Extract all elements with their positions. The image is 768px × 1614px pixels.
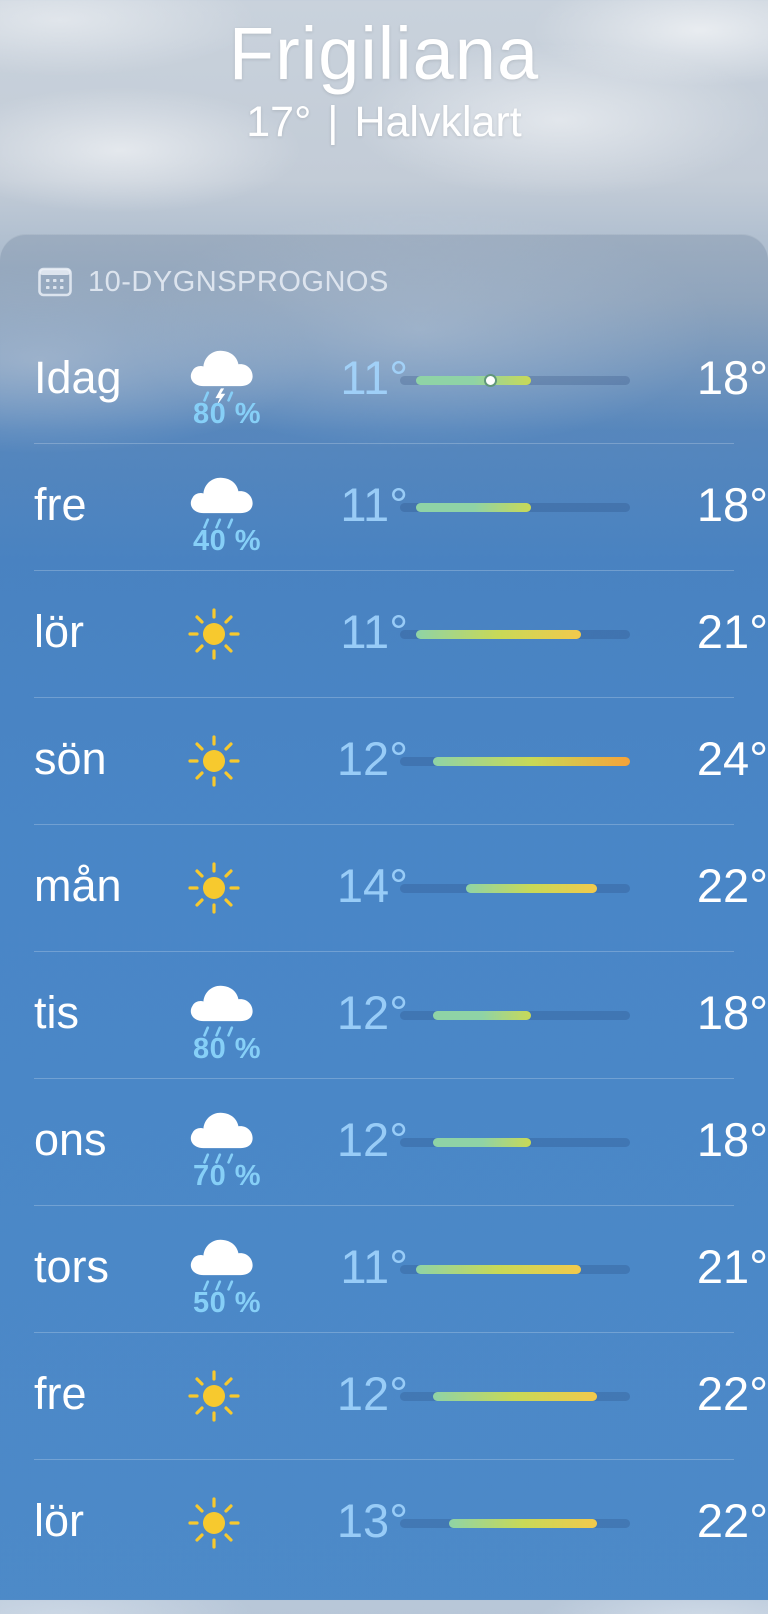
temperature-range-fill bbox=[416, 1265, 581, 1274]
forecast-day-label: fre bbox=[34, 1368, 87, 1419]
forecast-day-label: lör bbox=[34, 1495, 85, 1546]
temperature-range-bar bbox=[400, 503, 630, 512]
low-temperature: 12° bbox=[336, 986, 408, 1039]
temperature-range-bar bbox=[400, 630, 630, 639]
high-temperature: 18° bbox=[696, 478, 768, 531]
low-temperature: 11° bbox=[340, 1240, 408, 1293]
ten-day-forecast-panel[interactable]: 10-DYGNSPROGNOS Idag 80 % 11° 18° fre 40 % 11°… bbox=[0, 234, 768, 1614]
row-divider bbox=[34, 1459, 734, 1460]
sun-icon bbox=[188, 1497, 240, 1549]
current-condition: Halvklart bbox=[354, 98, 522, 146]
row-divider bbox=[34, 570, 734, 571]
row-divider bbox=[34, 1205, 734, 1206]
sun-icon bbox=[188, 608, 240, 660]
temperature-range-bar bbox=[400, 1392, 630, 1401]
forecast-row[interactable]: lör 13° 22° bbox=[34, 1459, 768, 1586]
high-temperature: 18° bbox=[696, 351, 768, 404]
sun-icon bbox=[188, 735, 240, 787]
low-temperature: 13° bbox=[336, 1494, 408, 1547]
conditions-separator: | bbox=[327, 98, 339, 146]
high-temperature: 22° bbox=[696, 859, 768, 912]
temperature-range-bar bbox=[400, 374, 630, 387]
forecast-day-label: sön bbox=[34, 733, 107, 784]
forecast-row[interactable]: fre 12° 22° bbox=[34, 1332, 768, 1459]
forecast-row[interactable]: lör 11° 21° bbox=[34, 570, 768, 697]
forecast-row[interactable]: tis 80 % 12° 18° bbox=[34, 951, 768, 1078]
temperature-range-fill bbox=[449, 1519, 598, 1528]
forecast-panel-title: 10-DYGNSPROGNOS bbox=[88, 265, 389, 298]
low-temperature: 12° bbox=[336, 1367, 408, 1420]
forecast-row[interactable]: tors 50 % 11° 21° bbox=[34, 1205, 768, 1332]
row-divider bbox=[34, 951, 734, 952]
low-temperature: 11° bbox=[340, 605, 408, 658]
precipitation-chance: 80 % bbox=[192, 398, 262, 430]
low-temperature: 11° bbox=[340, 351, 408, 404]
temperature-range-bar bbox=[400, 884, 630, 893]
forecast-day-label: tors bbox=[34, 1241, 110, 1292]
forecast-day-label: lör bbox=[34, 606, 85, 657]
temperature-range-fill bbox=[432, 757, 630, 766]
precipitation-chance: 70 % bbox=[192, 1160, 262, 1192]
temperature-range-bar bbox=[400, 1519, 630, 1528]
high-temperature: 18° bbox=[696, 986, 768, 1039]
forecast-row[interactable]: mån 14° 22° bbox=[34, 824, 768, 951]
forecast-row[interactable]: ons 70 % 12° 18° bbox=[34, 1078, 768, 1205]
row-divider bbox=[34, 697, 734, 698]
high-temperature: 18° bbox=[696, 1113, 768, 1166]
high-temperature: 21° bbox=[696, 1240, 768, 1293]
precipitation-chance: 40 % bbox=[192, 525, 262, 557]
sun-icon bbox=[188, 1370, 240, 1422]
row-divider bbox=[34, 824, 734, 825]
temperature-range-fill bbox=[432, 1392, 598, 1401]
row-divider bbox=[34, 1078, 734, 1079]
sun-icon bbox=[188, 862, 240, 914]
high-temperature: 22° bbox=[696, 1367, 768, 1420]
temperature-range-bar bbox=[400, 1011, 630, 1020]
low-temperature: 12° bbox=[336, 1113, 408, 1166]
temperature-range-bar bbox=[400, 1138, 630, 1147]
forecast-day-label: mån bbox=[34, 860, 122, 911]
temperature-range-fill bbox=[432, 1138, 532, 1147]
temperature-range-bar bbox=[400, 1265, 630, 1274]
low-temperature: 12° bbox=[336, 732, 408, 785]
precipitation-chance: 80 % bbox=[192, 1033, 262, 1065]
high-temperature: 22° bbox=[696, 1494, 768, 1547]
precipitation-chance: 50 % bbox=[192, 1287, 262, 1319]
temperature-range-fill bbox=[465, 884, 598, 893]
forecast-panel-header: 10-DYGNSPROGNOS bbox=[38, 262, 389, 302]
temperature-range-fill bbox=[432, 1011, 532, 1020]
calendar-icon bbox=[38, 267, 72, 297]
current-temperature-marker bbox=[483, 374, 497, 387]
forecast-day-label: ons bbox=[34, 1114, 107, 1165]
high-temperature: 24° bbox=[696, 732, 768, 785]
forecast-day-label: Idag bbox=[34, 352, 122, 403]
forecast-row[interactable]: fre 40 % 11° 18° bbox=[34, 443, 768, 570]
forecast-row[interactable]: sön 12° 24° bbox=[34, 697, 768, 824]
current-conditions: 17° | Halvklart bbox=[0, 97, 768, 147]
city-name: Frigiliana bbox=[228, 12, 540, 95]
low-temperature: 11° bbox=[340, 478, 408, 531]
low-temperature: 14° bbox=[336, 859, 408, 912]
temperature-range-bar bbox=[400, 757, 630, 766]
forecast-day-label: tis bbox=[34, 987, 79, 1038]
high-temperature: 21° bbox=[696, 605, 768, 658]
temperature-range-fill bbox=[416, 630, 581, 639]
row-divider bbox=[34, 1332, 734, 1333]
forecast-row[interactable]: Idag 80 % 11° 18° bbox=[34, 316, 768, 443]
temperature-range-fill bbox=[416, 503, 532, 512]
forecast-day-label: fre bbox=[34, 479, 87, 530]
temperature-range-fill bbox=[416, 376, 532, 385]
row-divider bbox=[34, 443, 734, 444]
current-temperature: 17° bbox=[246, 98, 312, 146]
